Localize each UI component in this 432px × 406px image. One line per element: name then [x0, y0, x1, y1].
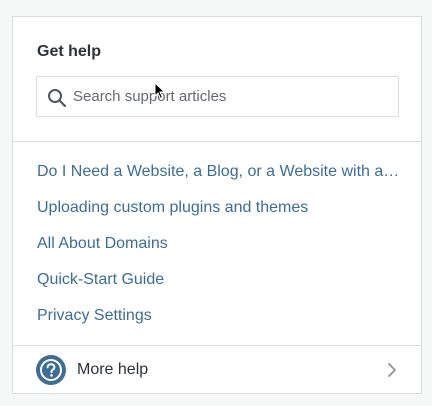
more-help-label: More help	[77, 361, 149, 378]
search-input[interactable]	[73, 77, 393, 116]
support-link[interactable]: Do I Need a Website, a Blog, or a Websit…	[37, 162, 401, 182]
search-box[interactable]	[36, 76, 399, 117]
search-icon	[48, 89, 67, 108]
support-link[interactable]: Uploading custom plugins and themes	[37, 198, 401, 218]
support-link[interactable]: Privacy Settings	[37, 306, 401, 326]
more-help-button[interactable]: More help	[13, 346, 421, 393]
chevron-right-icon	[388, 363, 396, 377]
help-panel: Get help Do I Need a Website, a Blog, or…	[12, 16, 422, 394]
help-header: Get help	[13, 17, 421, 142]
support-link[interactable]: Quick-Start Guide	[37, 270, 401, 290]
support-links-list: Do I Need a Website, a Blog, or a Websit…	[13, 142, 421, 346]
help-circle-icon	[36, 355, 66, 385]
panel-title: Get help	[37, 43, 102, 60]
support-link[interactable]: All About Domains	[37, 234, 401, 254]
mouse-cursor-icon	[154, 82, 166, 100]
